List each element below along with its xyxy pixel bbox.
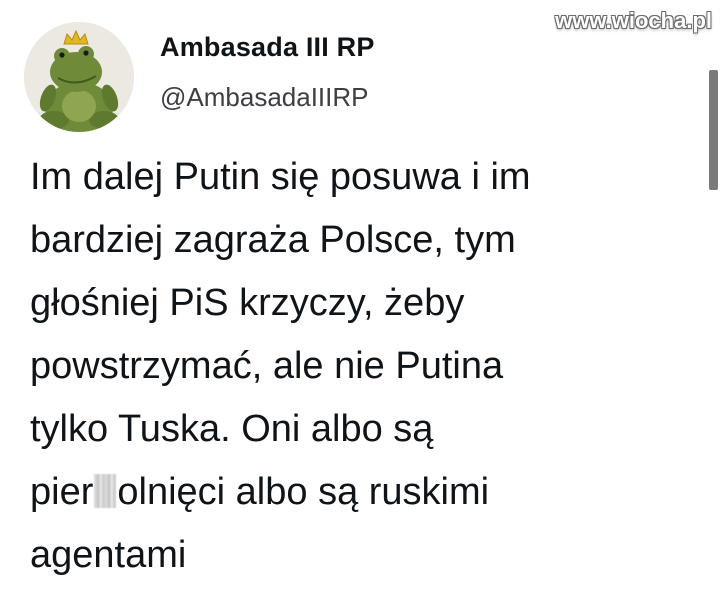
author-handle[interactable]: @AmbasadaIIIRP (160, 82, 368, 113)
frog-plush-avatar-icon (24, 22, 134, 132)
tweet-text-fragment: pier (30, 471, 94, 513)
scrollbar-thumb[interactable] (709, 70, 718, 190)
tweet-text-line-censored: pier olnięci albo są ruskimi (30, 461, 702, 524)
site-watermark: www.wiocha.pl (555, 8, 712, 33)
tweet-text: Im dalej Putin się posuwa i im bardziej … (30, 146, 702, 587)
avatar[interactable] (24, 22, 134, 132)
censor-blur (94, 474, 117, 508)
tweet-text-line: Im dalej Putin się posuwa i im (30, 156, 531, 198)
tweet-text-line: agentami (30, 534, 187, 576)
author-display-name[interactable]: Ambasada III RP (160, 32, 375, 63)
tweet-text-line: powstrzymać, ale nie Putina (30, 345, 504, 387)
tweet-text-line: głośniej PiS krzyczy, żeby (30, 282, 465, 324)
tweet-text-line: bardziej zagraża Polsce, tym (30, 219, 516, 261)
tweet-text-fragment: olnięci albo są ruskimi (117, 471, 490, 513)
tweet-card: Ambasada III RP @AmbasadaIIIRP www.wioch… (0, 0, 720, 609)
tweet-text-line: tylko Tuska. Oni albo są (30, 408, 434, 450)
